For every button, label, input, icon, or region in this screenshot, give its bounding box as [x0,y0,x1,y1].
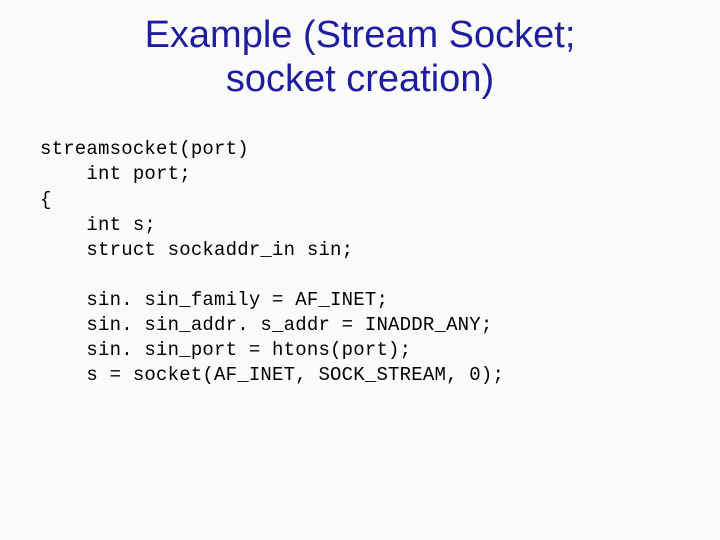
code-line: s = socket(AF_INET, SOCK_STREAM, 0); [40,364,504,386]
slide: Example (Stream Socket; socket creation)… [0,0,720,540]
code-line: int s; [40,214,156,236]
code-line: streamsocket(port) [40,138,249,160]
code-line: sin. sin_port = htons(port); [40,339,411,361]
title-line-2: socket creation) [226,58,494,100]
code-line: int port; [40,163,191,185]
code-line: sin. sin_addr. s_addr = INADDR_ANY; [40,314,492,336]
slide-title: Example (Stream Socket; socket creation) [0,0,720,101]
code-block: streamsocket(port) int port; { int s; st… [0,101,720,388]
code-line: { [40,189,52,211]
code-line: sin. sin_family = AF_INET; [40,289,388,311]
code-line: struct sockaddr_in sin; [40,239,353,261]
title-line-1: Example (Stream Socket; [145,14,576,56]
